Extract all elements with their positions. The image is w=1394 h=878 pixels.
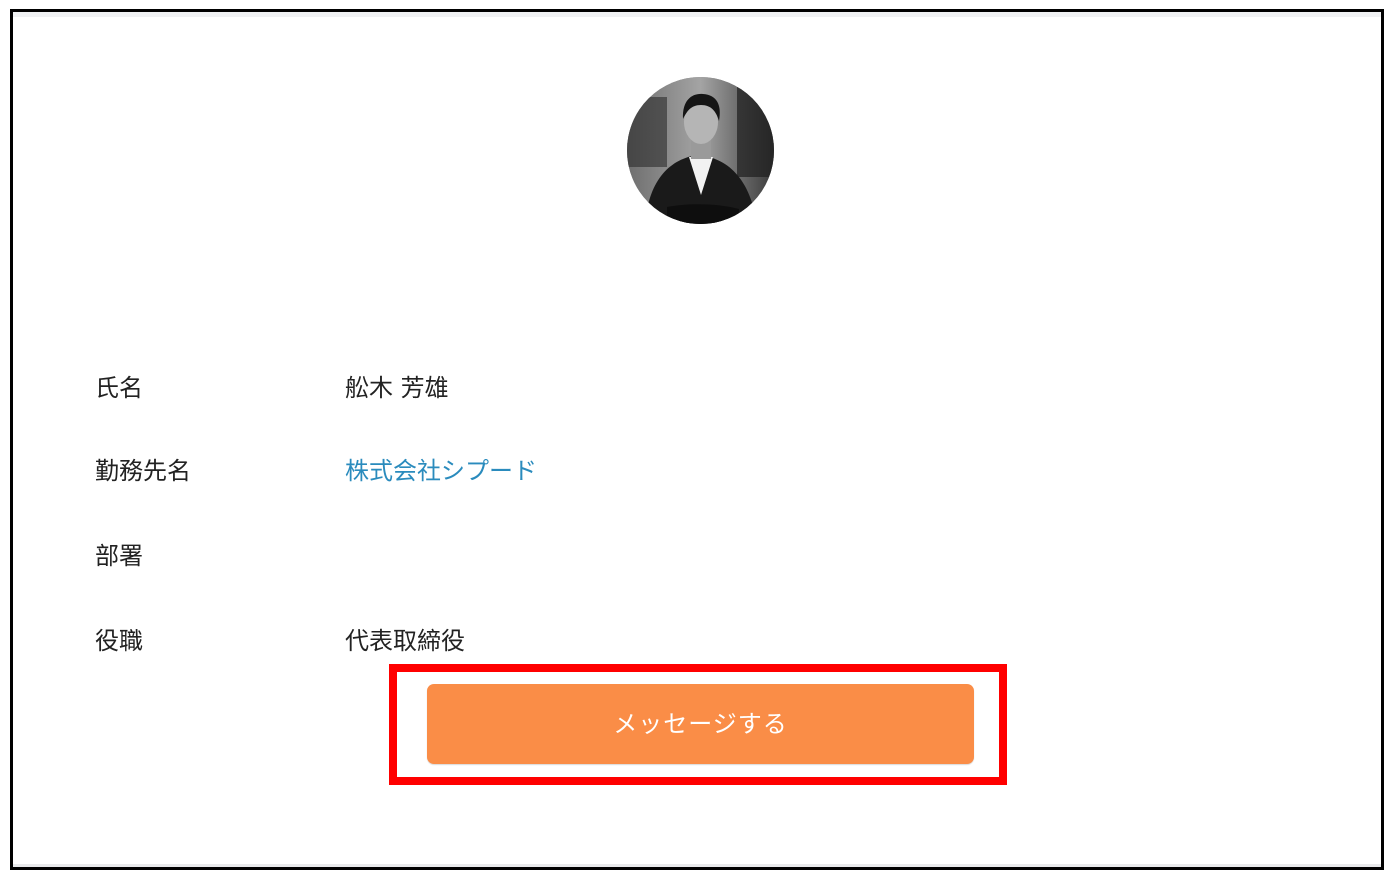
field-title-label: 役職 — [95, 627, 143, 655]
profile-photo-icon — [627, 77, 774, 224]
field-department-row: 部署 — [95, 538, 995, 574]
avatar — [627, 77, 774, 224]
field-title-row: 役職 代表取締役 — [95, 623, 995, 659]
message-button[interactable]: メッセージする — [427, 684, 974, 764]
field-name-row: 氏名 舩木 芳雄 — [95, 370, 995, 406]
field-title-value: 代表取締役 — [345, 627, 465, 655]
field-company-row: 勤務先名 株式会社シプード — [95, 453, 995, 489]
field-department-label: 部署 — [95, 542, 143, 570]
field-name-label: 氏名 — [95, 374, 143, 402]
field-name-value: 舩木 芳雄 — [345, 374, 449, 402]
company-link[interactable]: 株式会社シプード — [345, 453, 537, 489]
profile-card: 氏名 舩木 芳雄 勤務先名 株式会社シプード 部署 役職 代表取締役 メッセージ… — [10, 9, 1384, 870]
field-company-label: 勤務先名 — [95, 457, 191, 485]
